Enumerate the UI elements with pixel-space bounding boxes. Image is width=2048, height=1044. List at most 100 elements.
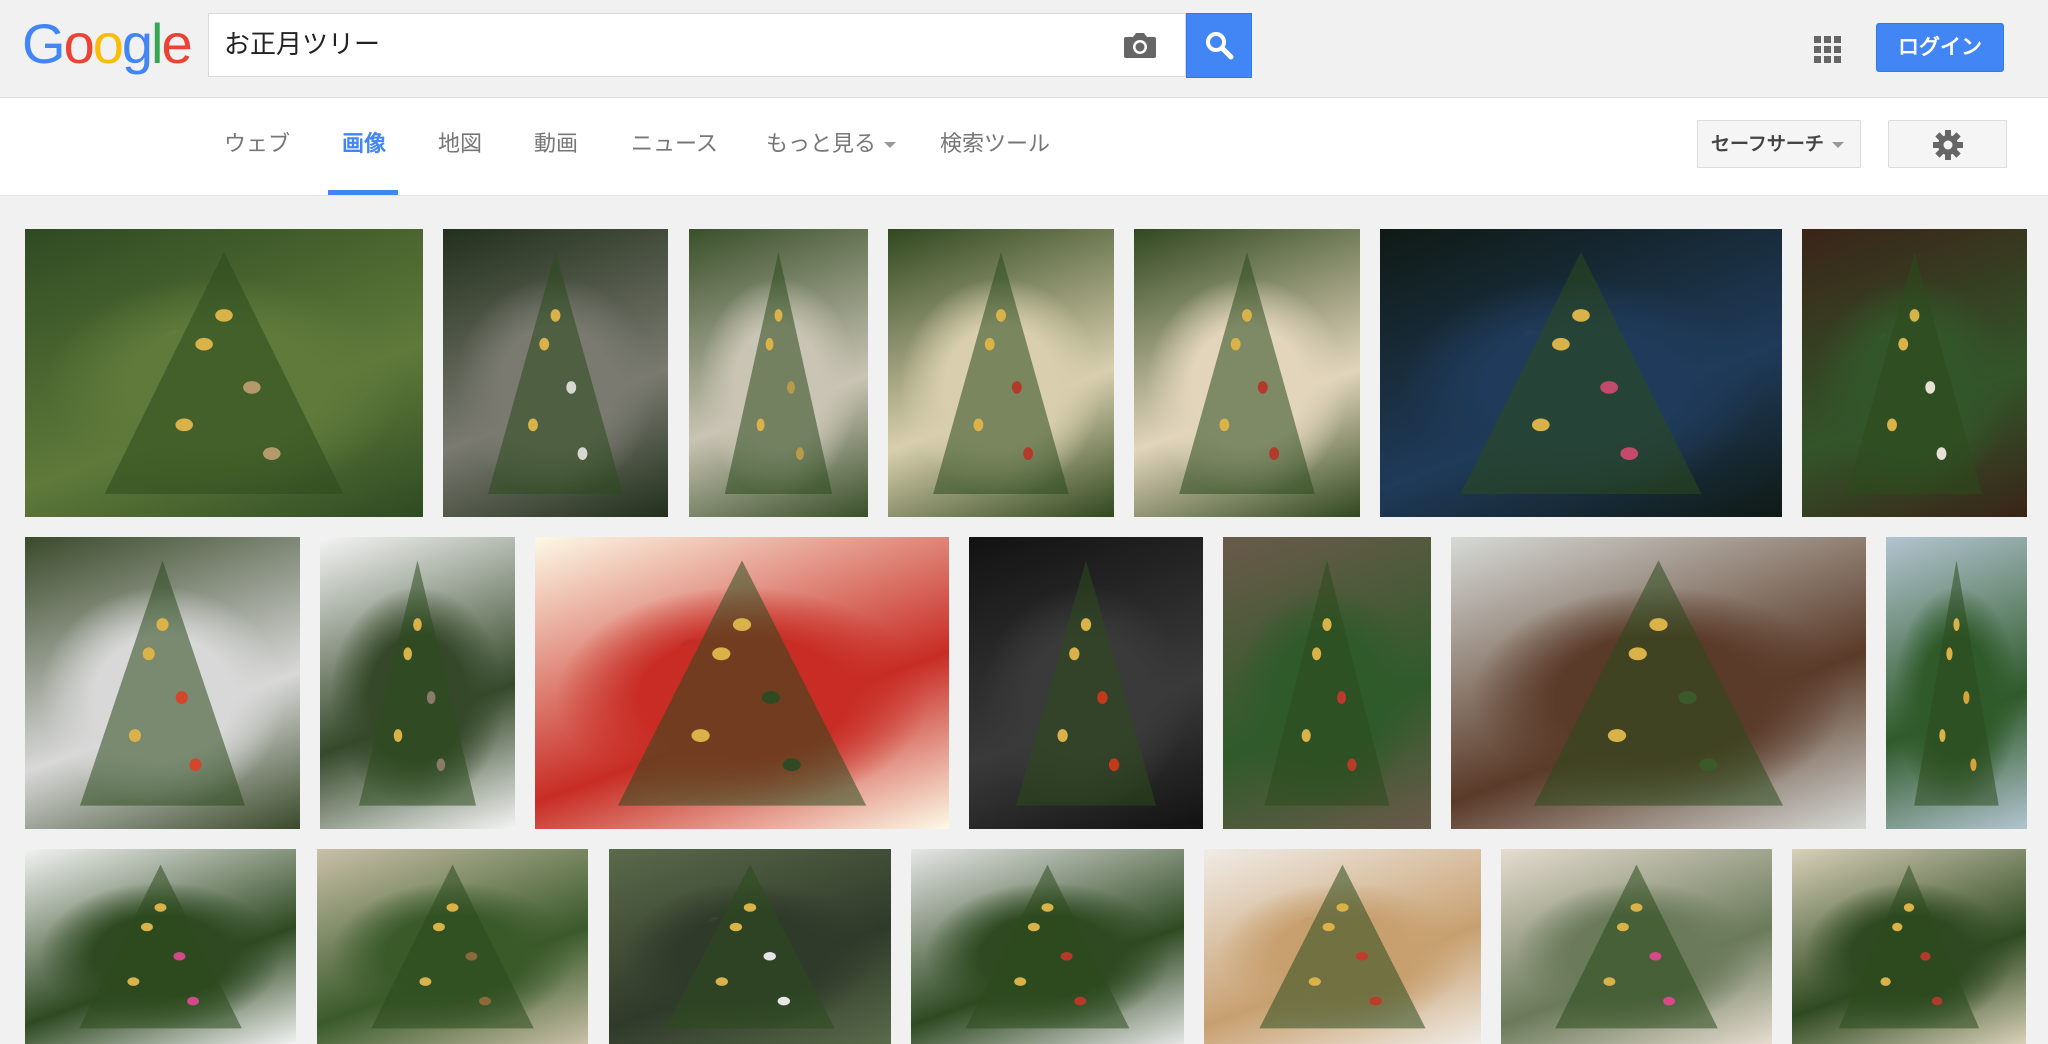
- ornament: [1663, 996, 1675, 1006]
- login-button[interactable]: ログイン: [1876, 23, 2004, 72]
- tab-news[interactable]: ニュース: [631, 98, 718, 195]
- image-result[interactable]: [911, 849, 1184, 1044]
- tree-silhouette: [79, 864, 242, 1029]
- image-result[interactable]: [1451, 537, 1866, 829]
- search-input[interactable]: お正月ツリー: [224, 14, 380, 76]
- ornament: [1336, 691, 1347, 705]
- search-button[interactable]: [1186, 13, 1252, 78]
- ornament: [243, 381, 261, 394]
- ornament: [550, 309, 561, 322]
- ornament: [777, 996, 791, 1006]
- image-result[interactable]: [320, 537, 515, 829]
- camera-icon[interactable]: [1121, 30, 1159, 60]
- tab-videos[interactable]: 動画: [534, 98, 578, 195]
- ornament: [1369, 996, 1382, 1006]
- image-result[interactable]: [609, 849, 891, 1044]
- tree-shape: [665, 864, 835, 1029]
- image-result[interactable]: [969, 537, 1203, 829]
- image-result[interactable]: [1380, 229, 1782, 517]
- ornament: [1023, 447, 1034, 460]
- image-result[interactable]: [1223, 537, 1431, 829]
- ornament: [1531, 418, 1550, 432]
- tab-search-tools[interactable]: 検索ツール: [940, 98, 1050, 195]
- ornament: [761, 691, 781, 705]
- logo-letter: o: [63, 12, 95, 75]
- image-result[interactable]: [443, 229, 668, 517]
- ornament: [996, 309, 1006, 322]
- image-result[interactable]: [1501, 849, 1772, 1044]
- image-result[interactable]: [25, 849, 296, 1044]
- tree-shape: [371, 864, 534, 1029]
- tab-images[interactable]: 画像: [342, 98, 386, 195]
- image-result[interactable]: [1792, 849, 2026, 1044]
- image-result[interactable]: [888, 229, 1114, 517]
- ornament: [419, 977, 432, 986]
- ornament: [732, 618, 752, 632]
- ornament: [984, 337, 995, 351]
- ornament: [1603, 977, 1616, 986]
- ornament: [712, 647, 731, 661]
- image-result[interactable]: [1204, 849, 1481, 1044]
- ornament: [156, 618, 169, 632]
- tree-shape: [104, 252, 344, 494]
- tree-silhouette: [1179, 252, 1315, 494]
- ornament: [1552, 337, 1570, 351]
- image-result[interactable]: [317, 849, 588, 1044]
- tree-silhouette: [1914, 560, 1999, 806]
- ornament: [1242, 309, 1252, 322]
- tree-shape: [965, 864, 1130, 1029]
- ornament: [787, 381, 795, 394]
- search-type-nav: ウェブ 画像 地図 動画 ニュース もっと見る 検索ツール セーフサーチ: [0, 98, 2048, 196]
- image-result[interactable]: [25, 537, 300, 829]
- ornament: [1060, 951, 1073, 961]
- ornament: [1678, 691, 1697, 705]
- tree-shape: [933, 252, 1069, 494]
- ornament: [1931, 996, 1943, 1006]
- tree-silhouette: [359, 560, 476, 806]
- settings-button[interactable]: [1888, 120, 2007, 168]
- tab-more[interactable]: もっと見る: [766, 98, 897, 195]
- image-result[interactable]: [25, 229, 423, 517]
- image-result[interactable]: [689, 229, 868, 517]
- ornament: [140, 922, 153, 932]
- safesearch-button[interactable]: セーフサーチ: [1697, 120, 1861, 168]
- image-result[interactable]: [1802, 229, 2027, 517]
- tab-maps[interactable]: 地図: [438, 98, 482, 195]
- logo-letter: g: [121, 12, 153, 75]
- tree-shape: [80, 560, 245, 806]
- ornament: [446, 903, 459, 912]
- ornament: [1308, 977, 1321, 986]
- ornament: [128, 729, 142, 742]
- tree-silhouette: [933, 252, 1069, 494]
- ornament: [175, 418, 193, 432]
- tab-web[interactable]: ウェブ: [224, 98, 290, 195]
- tree-shape: [1914, 560, 1999, 806]
- ornament: [729, 922, 743, 932]
- image-result[interactable]: [535, 537, 949, 829]
- ornament: [1909, 309, 1920, 322]
- image-result[interactable]: [1886, 537, 2027, 829]
- ornament: [187, 996, 199, 1006]
- ornament: [1620, 447, 1639, 460]
- top-bar: Google お正月ツリー ログイン: [0, 0, 2048, 98]
- active-tab-indicator: [328, 190, 398, 195]
- apps-grid-icon[interactable]: [1812, 34, 1842, 64]
- chevron-down-icon: [884, 142, 897, 148]
- ornament: [1347, 758, 1357, 772]
- ornament: [1970, 758, 1977, 772]
- ornament: [1699, 758, 1718, 772]
- gear-icon: [1933, 130, 1963, 160]
- image-result[interactable]: [1134, 229, 1360, 517]
- tree-silhouette: [724, 252, 833, 494]
- ornament: [1041, 903, 1054, 912]
- ornament: [1097, 691, 1108, 705]
- tree-silhouette: [1460, 252, 1702, 494]
- google-logo[interactable]: Google: [22, 12, 193, 75]
- ornament: [566, 381, 577, 394]
- tree-silhouette: [665, 864, 835, 1029]
- tree-silhouette: [104, 252, 344, 494]
- ornament: [1108, 758, 1120, 772]
- search-box[interactable]: お正月ツリー: [208, 13, 1186, 77]
- ornament: [765, 337, 774, 351]
- ornament: [1355, 951, 1368, 961]
